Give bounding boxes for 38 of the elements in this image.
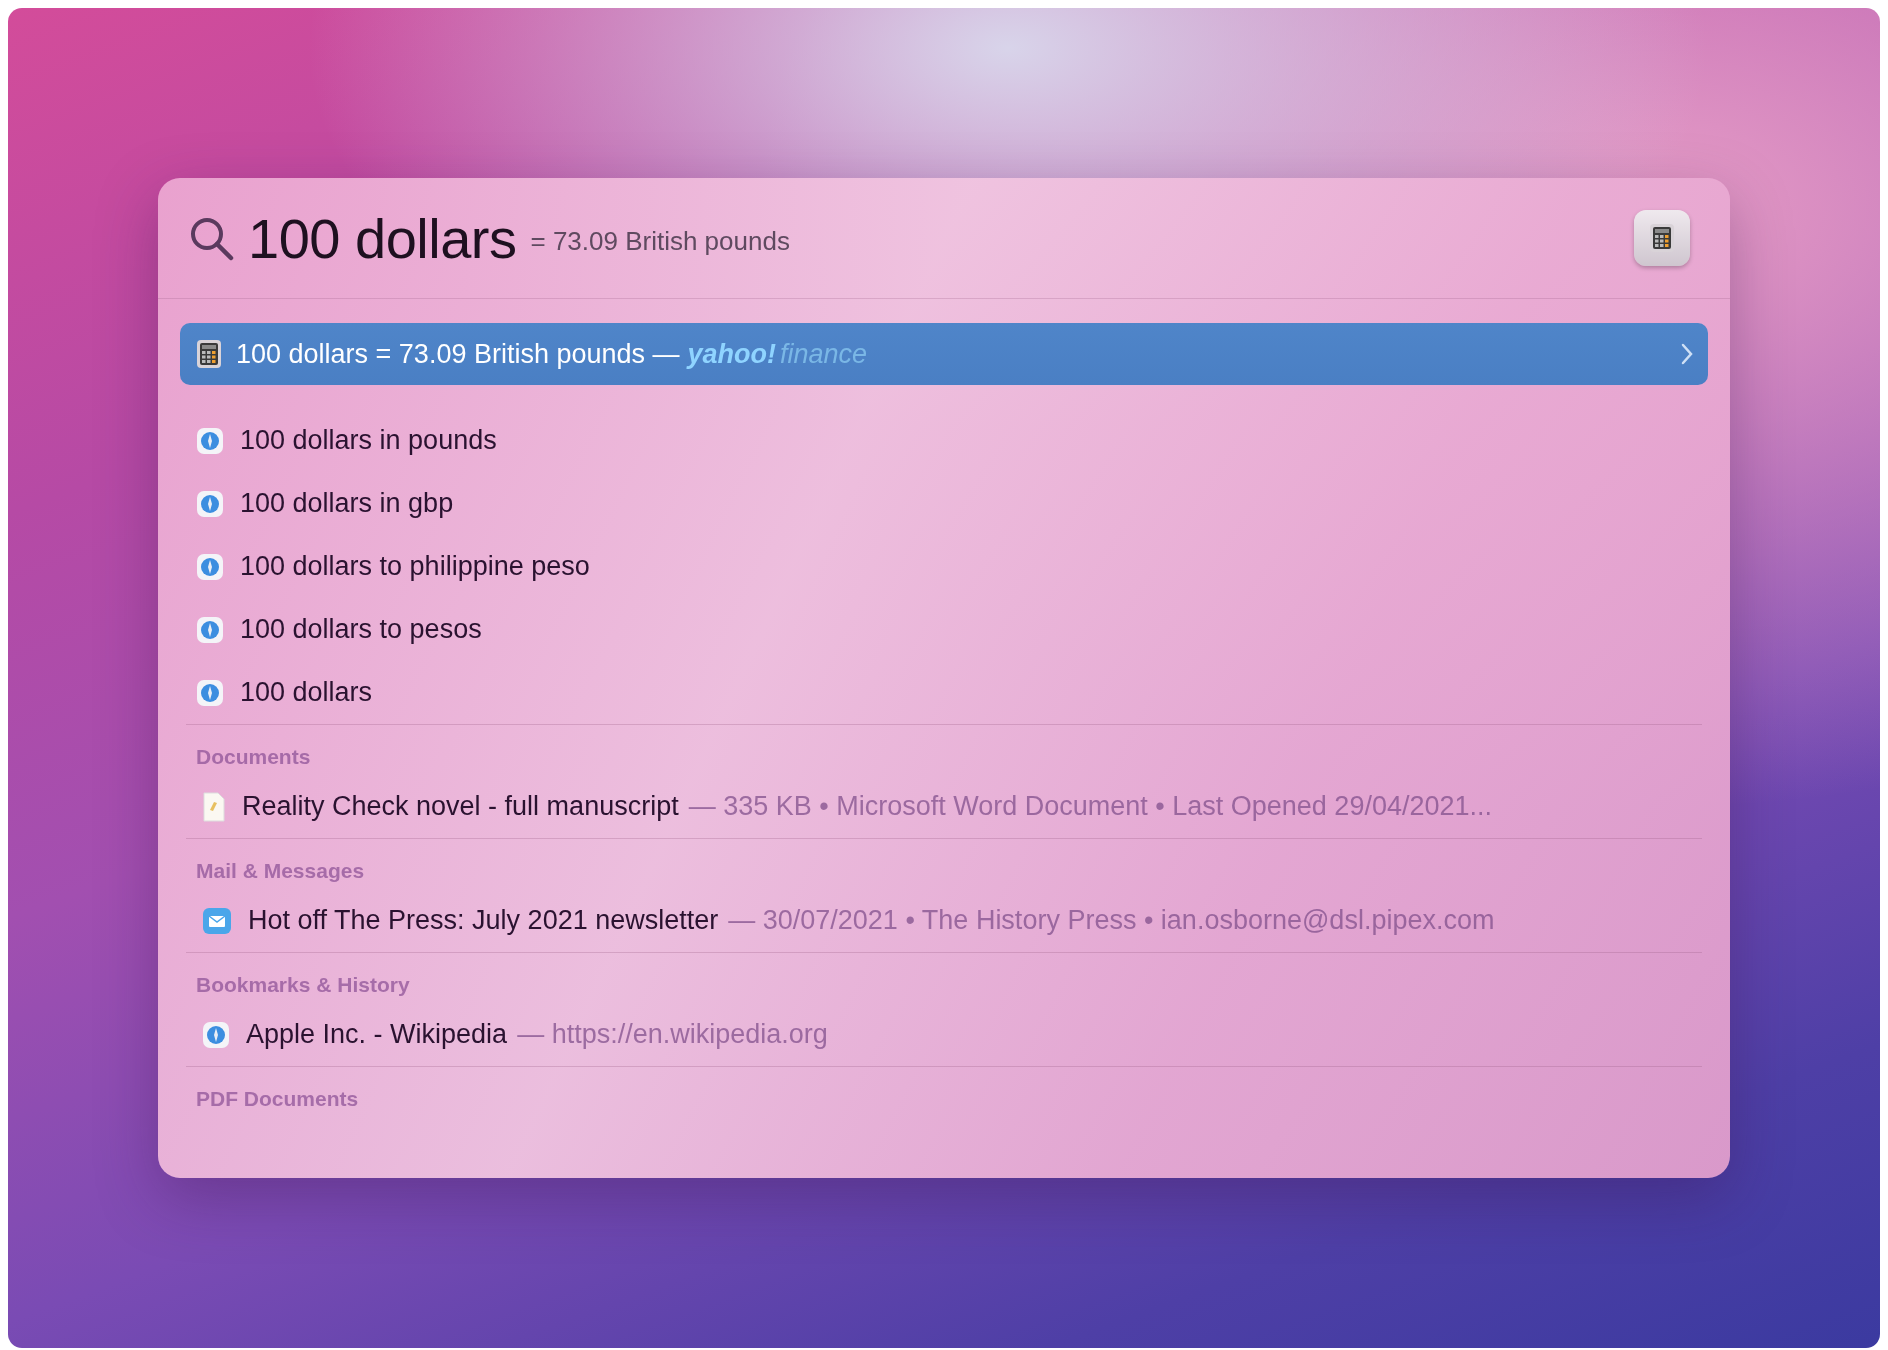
result-detail: — 335 KB • Microsoft Word Document • Last Opened 29/04/2021... <box>688 791 1492 822</box>
suggestion-item[interactable]: 100 dollars to pesos <box>180 598 1708 661</box>
compass-icon <box>196 615 224 644</box>
suggestion-text: 100 dollars <box>240 677 373 708</box>
section-heading: Mail & Messages <box>195 858 366 884</box>
compass-icon <box>196 678 224 707</box>
compass-icon <box>196 426 224 455</box>
suggestion-text: 100 dollars to pesos <box>240 614 482 645</box>
search-icon <box>188 215 234 261</box>
result-item[interactable]: Hot off The Press: July 2021 newsletter — 30/07/2021 • The History Press • ian.osborne@dsl.pipex.com <box>186 889 1702 952</box>
suggestion-item[interactable]: 100 dollars in pounds <box>180 409 1708 472</box>
suggestion-item[interactable]: 100 dollars to philippine peso <box>180 535 1708 598</box>
suggestion-text: 100 dollars to philippine peso <box>240 551 590 582</box>
result-item[interactable]: Apple Inc. - Wikipedia — https://en.wikipedia.org <box>186 1003 1702 1066</box>
calculator-icon <box>196 339 222 369</box>
section-heading: PDF Documents <box>195 1086 360 1112</box>
suggestion-item[interactable]: 100 dollars <box>180 661 1708 724</box>
suggestion-text: 100 dollars in pounds <box>240 425 497 456</box>
envelope-icon <box>202 906 232 935</box>
result-detail: — 30/07/2021 • The History Press • ian.osborne@dsl.pipex.com <box>728 905 1495 936</box>
section-heading: Documents <box>195 744 312 770</box>
result-title: Reality Check novel - full manuscript <box>242 791 679 822</box>
section-heading: Bookmarks & History <box>195 972 411 998</box>
result-title: Hot off The Press: July 2021 newsletter <box>248 905 719 936</box>
search-query[interactable]: 100 dollars <box>248 205 517 271</box>
document-icon <box>202 791 226 822</box>
chevron-right-icon <box>1680 342 1694 366</box>
calculator-button[interactable] <box>1634 210 1690 266</box>
suggestion-text: 100 dollars in gbp <box>240 488 454 519</box>
result-detail: — https://en.wikipedia.org <box>517 1019 828 1050</box>
compass-icon <box>196 552 224 581</box>
top-hit-title: 100 dollars = 73.09 British pounds — <box>236 338 680 370</box>
compass-icon <box>196 489 224 518</box>
compass-icon <box>202 1020 230 1049</box>
result-title: Apple Inc. - Wikipedia <box>246 1019 508 1050</box>
result-item[interactable]: Reality Check novel - full manuscript — 335 KB • Microsoft Word Document • Last Opened 29/04/2021... <box>186 775 1702 838</box>
conversion-result: = 73.09 British pounds <box>530 225 791 257</box>
suggestion-item[interactable]: 100 dollars in gbp <box>180 472 1708 535</box>
